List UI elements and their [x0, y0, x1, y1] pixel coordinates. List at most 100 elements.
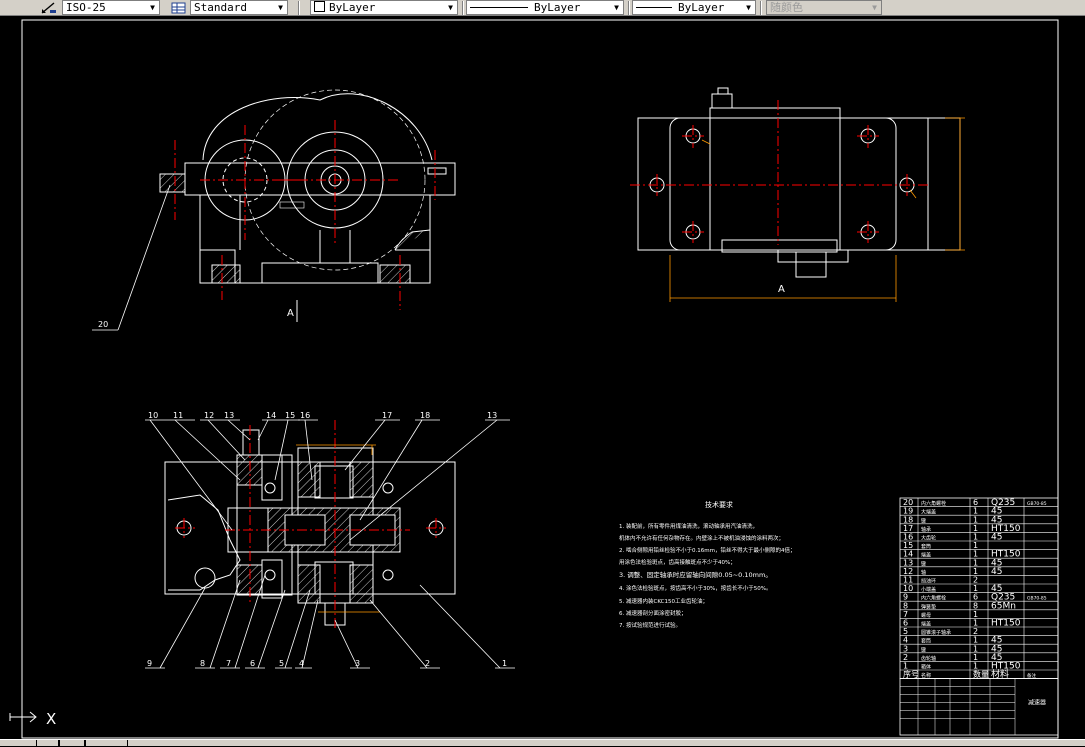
tab-model[interactable] — [36, 740, 60, 747]
properties-toolbar: ISO-25 ▼ Standard ▼ ByLayer ▼ ByLayer ▼ … — [0, 0, 1085, 16]
balloon-1: 1 — [502, 659, 507, 668]
balloon-9: 9 — [147, 659, 152, 668]
bom-cell-name: 齿轮轴 — [921, 655, 936, 662]
bom-cell-name: 轴 — [921, 569, 926, 576]
bom-cell-mat: 45 — [991, 567, 1002, 577]
toolbar-separator — [298, 1, 300, 15]
tech-item: 5. 减速器内装CKC150工业齿轮油； — [619, 597, 708, 605]
chevron-down-icon[interactable]: ▼ — [743, 2, 754, 13]
balloon-15: 15 — [285, 411, 295, 420]
top-view — [637, 87, 961, 278]
balloon-20: 20 — [98, 320, 108, 329]
toolbar-separator — [628, 1, 630, 15]
balloon-3: 3 — [355, 659, 360, 668]
balloon-12: 12 — [204, 411, 214, 420]
ucs-icon — [9, 711, 37, 723]
title-block-name: 减速器 — [1028, 699, 1046, 707]
bom-cell-mat: 45 — [991, 533, 1002, 543]
chevron-down-icon[interactable]: ▼ — [611, 2, 622, 13]
balloon-14: 14 — [266, 411, 276, 420]
bom-cell-qty: 数量 — [973, 669, 989, 679]
bom-cell-name: 端盖 — [921, 621, 931, 628]
tab-layout2[interactable] — [84, 740, 128, 747]
linetype-value: ByLayer — [534, 1, 581, 14]
balloon-10: 10 — [148, 411, 158, 420]
bom-cell-name: 挡油环 — [921, 578, 936, 585]
balloon-16: 16 — [300, 411, 310, 420]
bom-cell-name: 内六角螺栓 — [921, 500, 946, 507]
color-swatch-icon — [314, 1, 325, 12]
bom-cell-name: 套筒 — [921, 638, 931, 645]
bom-cell-name: 套筒 — [921, 543, 931, 550]
balloon-17: 17 — [382, 411, 392, 420]
drawing-canvas[interactable]: A A 20 10 11 12 13 14 15 16 17 18 13 9 8… — [0, 16, 1085, 739]
bom-cell-note: 备注 — [1027, 672, 1036, 679]
chevron-down-icon[interactable]: ▼ — [147, 2, 158, 13]
plotstyle-value: 随颜色 — [770, 1, 803, 14]
bom-cell-name: 键 — [921, 560, 926, 567]
balloon-8: 8 — [200, 659, 205, 668]
tech-item: 1. 装配前，所有零件用煤油清洗，滚动轴承用汽油清洗， — [619, 522, 758, 530]
linetype-sample-icon — [470, 7, 528, 8]
top-view-centerlines — [630, 100, 930, 245]
tech-item: 6. 减速器剖分面涂密封胶； — [619, 609, 687, 617]
ucs-x-label: X — [46, 710, 56, 728]
bill-of-materials: 20 内六角螺栓 6 Q235 GB70-8519 大端盖 1 4518 键 1 4517 轴承 1 HT… — [899, 497, 1059, 736]
linetype-select[interactable]: ByLayer ▼ — [466, 0, 624, 15]
tech-item: 2. 啮合侧隙用铅丝检验不小于0.16mm，铅丝不得大于最小侧隙的4倍； — [619, 546, 795, 554]
lineweight-select[interactable]: ByLayer ▼ — [632, 0, 756, 15]
tech-item: 机体内不允许有任何杂物存在。内壁涂上不被机油浸蚀的涂料两次； — [619, 534, 784, 542]
tab-layout1[interactable] — [58, 740, 86, 747]
bom-cell-name: 大齿轮 — [921, 535, 936, 542]
bom-cell-name: 圆锥滚子轴承 — [921, 629, 951, 636]
bom-cell-name: 键 — [921, 646, 926, 653]
bom-cell-name: 轴承 — [921, 526, 931, 533]
chevron-down-icon[interactable]: ▼ — [275, 2, 286, 13]
balloon-13a: 13 — [224, 411, 234, 420]
bom-cell-mat: HT150 — [991, 619, 1021, 629]
section-label-right: A — [778, 284, 785, 295]
tech-item: 3. 调整、固定轴承时应留轴向间隙0.05~0.10mm。 — [619, 570, 772, 579]
tech-item: 7. 按试验规范进行试验。 — [619, 621, 681, 629]
balloon-2: 2 — [425, 659, 430, 668]
table-style-select[interactable]: Standard ▼ — [190, 0, 288, 15]
plotstyle-select[interactable]: 随颜色 ▼ — [766, 0, 882, 15]
toolbar-separator — [462, 1, 464, 15]
balloon-18: 18 — [420, 411, 430, 420]
dimension-style-select[interactable]: ISO-25 ▼ — [62, 0, 160, 15]
dimension-style-icon[interactable] — [40, 1, 58, 15]
balloon-6: 6 — [250, 659, 255, 668]
balloon-4: 4 — [299, 659, 304, 668]
table-style-icon[interactable] — [170, 1, 188, 15]
bom-cell-name: 箱体 — [921, 664, 931, 671]
balloon-7: 7 — [226, 659, 231, 668]
bom-cell-name: 大端盖 — [921, 509, 936, 516]
section-label-top: A — [287, 308, 294, 319]
bom-cell-mat: 65Mn — [991, 601, 1016, 611]
bom-cell-name: 小端盖 — [921, 586, 936, 593]
chevron-down-icon[interactable]: ▼ — [869, 2, 880, 13]
bom-cell-note: GB70-85 — [1027, 501, 1047, 507]
color-value: ByLayer — [329, 1, 376, 14]
tech-item: 4. 涂色法检验斑点，按齿高不小于30%，按齿长不小于50%。 — [619, 584, 771, 592]
front-view — [159, 89, 456, 322]
technical-requirements: 技术要求 1. 装配前，所有零件用煤油清洗，滚动轴承用汽油清洗， 机体内不允许有… — [619, 500, 795, 629]
tech-title: 技术要求 — [705, 500, 733, 509]
top-view-dimensions — [669, 117, 965, 302]
color-select[interactable]: ByLayer ▼ — [310, 0, 458, 15]
bom-cell-no: 序号 — [903, 669, 919, 679]
section-view — [164, 429, 456, 626]
bom-cell-name: 内六角螺栓 — [921, 595, 946, 602]
dimension-style-value: ISO-25 — [66, 1, 106, 14]
title-block — [899, 678, 1059, 736]
chevron-down-icon[interactable]: ▼ — [445, 2, 456, 13]
balloon-13b: 13 — [487, 411, 497, 420]
bom-cell-name: 键 — [921, 517, 926, 524]
bom-cell-note: GB70-85 — [1027, 596, 1047, 602]
balloon-11: 11 — [173, 411, 183, 420]
balloon-5: 5 — [279, 659, 284, 668]
bom-cell-name: 弹簧垫 — [921, 603, 936, 610]
bom-cell-name: 螺母 — [921, 612, 931, 619]
lineweight-value: ByLayer — [678, 1, 725, 14]
tech-item: 用涂色法检验斑点，齿高接触斑点不少于40%； — [619, 558, 736, 566]
